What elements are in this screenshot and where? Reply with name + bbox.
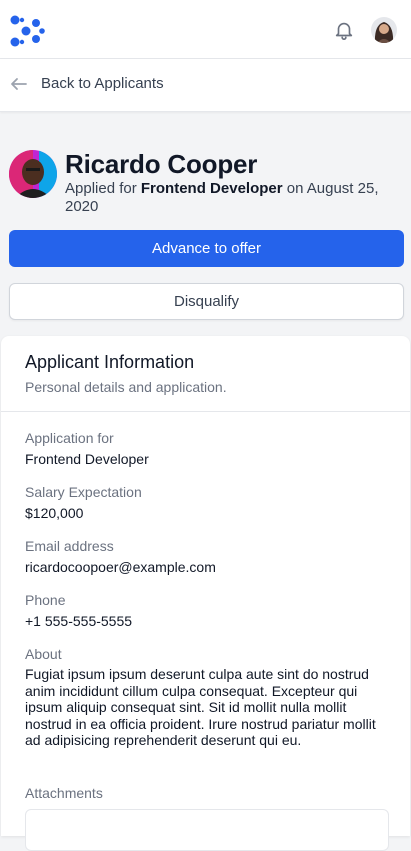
applicant-info-card: Applicant Information Personal details a… (1, 336, 410, 851)
field-value-salary: $120,000 (25, 505, 84, 521)
disqualify-button[interactable]: Disqualify (9, 283, 404, 320)
back-to-applicants-link[interactable]: Back to Applicants (0, 59, 411, 112)
field-value-about: Fugiat ipsum ipsum deserunt culpa aute s… (25, 666, 376, 749)
user-avatar[interactable] (371, 17, 397, 43)
divider (1, 411, 410, 412)
advance-to-offer-button[interactable]: Advance to offer (9, 230, 404, 267)
field-value-phone: +1 555-555-5555 (25, 613, 133, 629)
brand-logo-icon[interactable] (9, 14, 45, 48)
card-subtitle: Personal details and application. (25, 379, 227, 395)
field-label-about: About (25, 646, 62, 662)
field-label-attachments: Attachments (25, 785, 103, 801)
applied-role-link[interactable]: Frontend Developer (141, 180, 283, 197)
attachments-list (25, 809, 389, 851)
arrow-left-icon (11, 78, 27, 90)
bell-icon[interactable] (333, 19, 355, 41)
back-label: Back to Applicants (41, 75, 164, 92)
field-value-application: Frontend Developer (25, 451, 149, 467)
field-label-application: Application for (25, 430, 114, 446)
applicant-name: Ricardo Cooper (65, 149, 258, 179)
field-label-salary: Salary Expectation (25, 484, 142, 500)
card-title: Applicant Information (25, 352, 195, 372)
field-label-phone: Phone (25, 592, 66, 608)
applicant-avatar (9, 150, 57, 198)
applied-prefix: Applied for (65, 180, 137, 197)
field-value-email: ricardocoopoer@example.com (25, 559, 216, 575)
application-summary: Applied for Frontend Developer on August… (65, 180, 395, 216)
field-label-email: Email address (25, 538, 114, 554)
top-navbar (0, 0, 411, 59)
